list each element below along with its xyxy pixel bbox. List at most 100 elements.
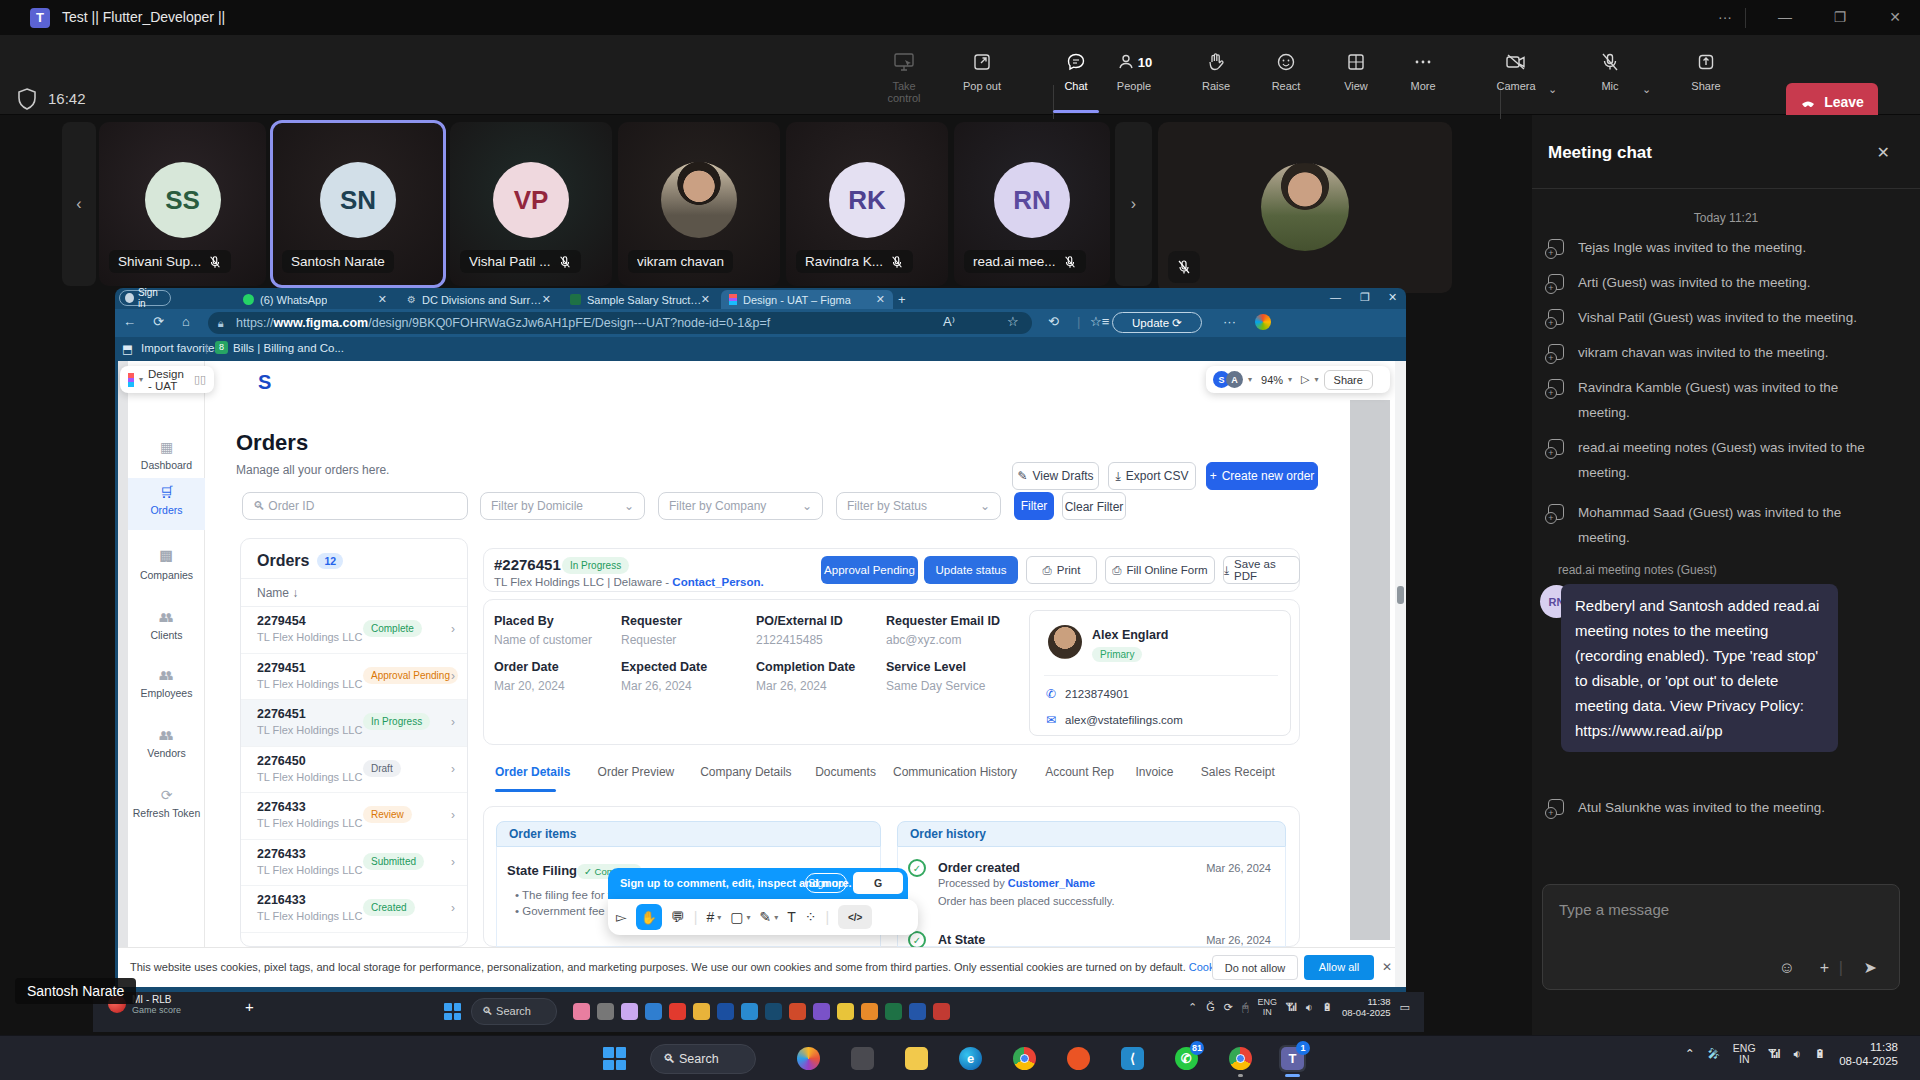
approval-pending-button[interactable]: Approval Pending xyxy=(821,556,918,584)
taskbar-app-icon[interactable] xyxy=(933,1003,950,1020)
browser-scrollbar[interactable] xyxy=(1395,361,1406,987)
browser-close-button[interactable]: ✕ xyxy=(1388,291,1397,304)
comment-tool-icon[interactable]: 💬︎ xyxy=(671,909,685,925)
bills-bookmark[interactable]: Bills | Billing and Co... xyxy=(233,342,344,354)
participant-tile[interactable]: SNSantosh Narate xyxy=(272,122,444,286)
favorite-star-icon[interactable]: ☆ xyxy=(1007,314,1019,329)
sidebar-item-refresh-token[interactable]: ⟳Refresh Token xyxy=(128,781,205,833)
start-button-shared[interactable] xyxy=(444,1003,461,1020)
tab-close-icon[interactable]: ✕ xyxy=(876,293,885,306)
scroll-right-button[interactable]: › xyxy=(1115,122,1152,286)
shape-tool-icon[interactable]: ▢ xyxy=(730,909,743,925)
clear-filter-button[interactable]: Clear Filter xyxy=(1062,492,1126,520)
share-button[interactable]: Share xyxy=(1677,43,1735,107)
detail-tab-order-details[interactable]: Order Details xyxy=(495,765,570,779)
file-explorer-icon[interactable] xyxy=(903,1045,930,1072)
move-tool-icon[interactable]: ▻ xyxy=(616,909,627,925)
user-avatar-a[interactable]: A xyxy=(1226,371,1243,388)
signup-button[interactable]: Sign up xyxy=(805,873,847,893)
tab-close-icon[interactable]: ✕ xyxy=(542,293,551,306)
order-row[interactable]: 2276450TL Flex Holdings LLCDraft› xyxy=(241,747,467,794)
start-button[interactable] xyxy=(603,1047,626,1070)
update-status-button[interactable]: Update status xyxy=(924,556,1018,584)
fill-online-form-button[interactable]: ⎙ Fill Online Form xyxy=(1105,556,1215,584)
participant-tile[interactable]: SSShivani Sup... xyxy=(99,122,266,286)
detail-tab-documents[interactable]: Documents xyxy=(815,765,876,779)
taskbar-app-icon[interactable] xyxy=(909,1003,926,1020)
taskbar-app-icon[interactable] xyxy=(885,1003,902,1020)
sidebar-item-orders[interactable]: 🛒︎Orders xyxy=(128,478,205,530)
taskbar-app-icon[interactable] xyxy=(861,1003,878,1020)
react-button[interactable]: React xyxy=(1257,43,1315,107)
order-row[interactable]: 2279451TL Flex Holdings LLCApproval Pend… xyxy=(241,654,467,701)
print-button[interactable]: ⎙ Print xyxy=(1026,556,1097,584)
sidebar-item-vendors[interactable]: 👥︎Vendors xyxy=(128,721,205,773)
edge-icon[interactable]: e xyxy=(957,1045,984,1072)
more-button[interactable]: More xyxy=(1394,43,1452,107)
column-header[interactable]: Name ↓ xyxy=(241,579,467,607)
taskbar-app-icon[interactable] xyxy=(597,1003,614,1020)
cookie-close-icon[interactable]: ✕ xyxy=(1382,960,1392,974)
taskbar-app-icon[interactable] xyxy=(621,1003,638,1020)
text-tool-icon[interactable]: T xyxy=(787,909,796,925)
zoom-level[interactable]: 94% xyxy=(1261,374,1283,386)
order-id-search[interactable]: 🔍︎ Order ID xyxy=(242,492,468,520)
back-icon[interactable]: ← xyxy=(123,314,136,329)
chrome-profile-icon[interactable] xyxy=(1227,1045,1254,1072)
detail-tab-account-rep[interactable]: Account Rep xyxy=(1045,765,1114,779)
detail-tab-company-details[interactable]: Company Details xyxy=(700,765,791,779)
order-row[interactable]: 2276433TL Flex Holdings LLCReview› xyxy=(241,793,467,840)
read-aloud-icon[interactable]: A⁾ xyxy=(943,314,955,329)
taskbar-app-icon[interactable] xyxy=(693,1003,710,1020)
hand-tool-icon[interactable]: ✋ xyxy=(636,904,662,930)
chat-input[interactable]: Type a message ☺ + | ➤ xyxy=(1542,884,1900,990)
attach-plus-icon[interactable]: + xyxy=(1820,959,1829,977)
raise-button[interactable]: Raise xyxy=(1187,43,1245,107)
copilot-icon[interactable] xyxy=(1255,314,1271,330)
window-restore-button[interactable]: ❐ xyxy=(1820,0,1860,35)
order-row[interactable]: 2276451TL Flex Holdings LLCIn Progress› xyxy=(241,700,467,747)
browser-tab[interactable]: ⚙DC Divisions and Surroundings✕ xyxy=(399,290,559,309)
detail-tab-communication-history[interactable]: Communication History xyxy=(893,765,1017,779)
import-favorites-icon[interactable]: ⬒ xyxy=(122,342,133,356)
order-row[interactable]: 2216433TL Flex Holdings LLCCreated› xyxy=(241,886,467,933)
shared-system-tray[interactable]: ⌃Ğ⟳🖰 ENGIN 📶︎🔉︎🔋︎ 11:3808-04-2025 ▭ xyxy=(1188,996,1410,1018)
window-more-button[interactable]: ··· xyxy=(1705,0,1745,35)
people-button[interactable]: 10People xyxy=(1105,43,1163,107)
browser-minimize-button[interactable]: — xyxy=(1330,291,1341,303)
browser-tab[interactable]: Sample Salary Structure with calc✕ xyxy=(562,290,718,309)
order-row[interactable]: 2279454TL Flex Holdings LLCComplete› xyxy=(241,607,467,654)
vscode-icon[interactable]: ⟨ xyxy=(1119,1045,1146,1072)
participant-tile-large[interactable] xyxy=(1158,122,1452,293)
home-icon[interactable]: ⌂ xyxy=(182,314,190,329)
teams-icon[interactable]: T1 xyxy=(1279,1045,1306,1072)
contact-person-link[interactable]: Contact_Person. xyxy=(672,576,763,588)
send-icon[interactable]: ➤ xyxy=(1864,958,1877,977)
detail-tab-invoice[interactable]: Invoice xyxy=(1135,765,1173,779)
browser-update-button[interactable]: Update ⟳ xyxy=(1112,312,1202,333)
browser-tab[interactable]: (6) WhatsApp✕ xyxy=(235,290,395,309)
save-pdf-button[interactable]: ⤓ Save as PDF xyxy=(1223,556,1300,584)
filter-status[interactable]: Filter by Status⌄ xyxy=(836,492,1001,520)
refresh-icon[interactable]: ⟳ xyxy=(153,314,164,329)
browser-tab[interactable]: Design - UAT – Figma✕ xyxy=(721,290,893,309)
component-tool-icon[interactable]: ⁘ xyxy=(805,909,817,925)
taskbar-search[interactable]: 🔍︎ Search xyxy=(650,1044,756,1074)
scroll-left-button[interactable]: ‹ xyxy=(62,122,96,286)
session-icon[interactable]: ⟲ xyxy=(1048,314,1059,329)
window-close-button[interactable]: ✕ xyxy=(1875,0,1915,35)
dev-mode-toggle[interactable]: </> xyxy=(838,905,872,929)
taskbar-app-icon[interactable] xyxy=(789,1003,806,1020)
browser-signin-button[interactable]: Sign in xyxy=(119,290,171,306)
detail-tab-sales-receipt[interactable]: Sales Receipt xyxy=(1201,765,1275,779)
whatsapp-icon[interactable]: ✆81 xyxy=(1173,1045,1200,1072)
frame-tool-icon[interactable]: # xyxy=(706,909,714,925)
figma-share-button[interactable]: Share xyxy=(1324,370,1373,390)
camera-chevron[interactable]: ⌄ xyxy=(1548,83,1557,96)
taskbar-app-icon[interactable] xyxy=(765,1003,782,1020)
camera-button[interactable]: Camera xyxy=(1487,43,1545,107)
contact-email[interactable]: ✉alex@vstatefilings.com xyxy=(1046,713,1183,727)
taskbar-app-icon[interactable] xyxy=(669,1003,686,1020)
chrome-icon[interactable] xyxy=(1011,1045,1038,1072)
pop-out-button[interactable]: Pop out xyxy=(953,43,1011,107)
